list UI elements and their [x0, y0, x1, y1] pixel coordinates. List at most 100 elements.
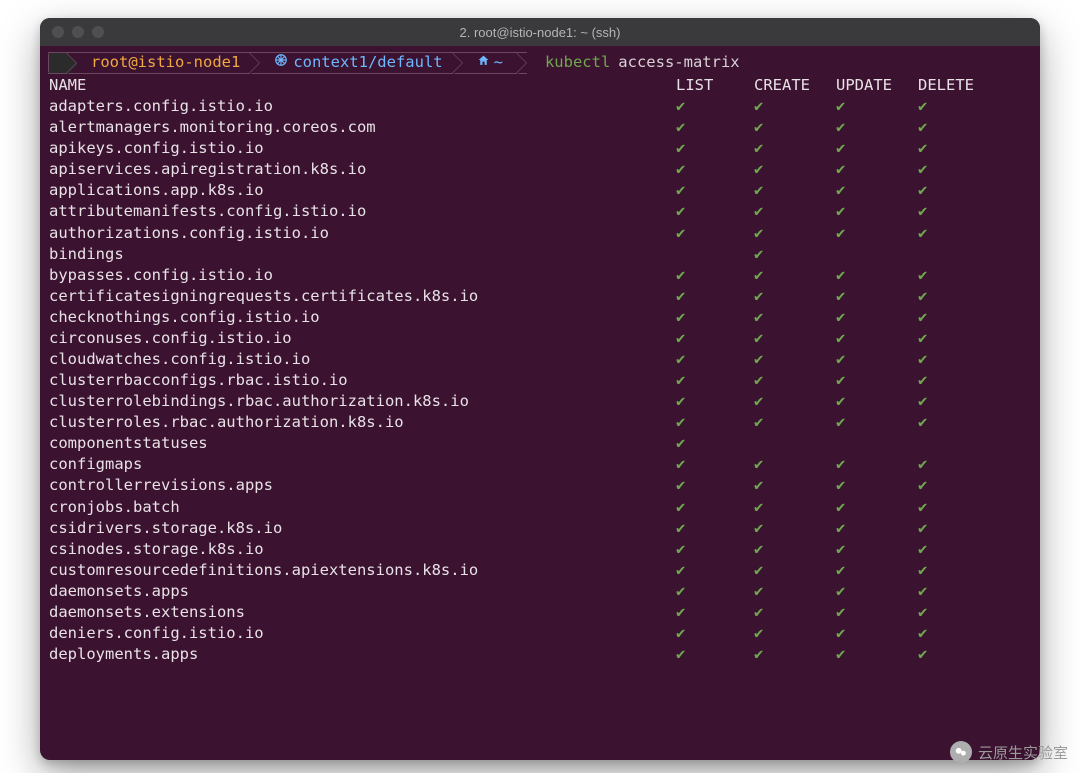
perm-update: ✔: [836, 265, 918, 286]
check-icon: ✔: [676, 307, 692, 328]
perm-update: ✔: [836, 644, 918, 665]
perm-list: ✔: [676, 117, 754, 138]
header-delete: DELETE: [918, 75, 996, 96]
perm-delete: ✔: [918, 349, 996, 370]
header-create: CREATE: [754, 75, 836, 96]
check-icon: ✔: [676, 180, 692, 201]
resource-name: bypasses.config.istio.io: [48, 265, 676, 286]
check-icon: ✔: [836, 412, 852, 433]
table-row: configmaps✔✔✔✔: [48, 454, 1032, 475]
check-icon: ✔: [676, 201, 692, 222]
check-icon: ✔: [918, 370, 934, 391]
perm-delete: ✔: [918, 475, 996, 496]
check-icon: ✔: [918, 201, 934, 222]
perm-update: ✔: [836, 180, 918, 201]
check-icon: ✔: [836, 117, 852, 138]
perm-create: ✔: [754, 117, 836, 138]
resource-name: bindings: [48, 244, 676, 265]
resource-name: attributemanifests.config.istio.io: [48, 201, 676, 222]
check-icon: ✔: [676, 223, 692, 244]
perm-create: ✔: [754, 349, 836, 370]
perm-update: ✔: [836, 117, 918, 138]
resource-name: apikeys.config.istio.io: [48, 138, 676, 159]
check-icon: ✔: [676, 497, 692, 518]
check-icon: ✔: [754, 370, 770, 391]
check-icon: ✔: [918, 623, 934, 644]
check-icon: ✔: [754, 96, 770, 117]
table-row: bypasses.config.istio.io✔✔✔✔: [48, 265, 1032, 286]
resource-name: componentstatuses: [48, 433, 676, 454]
perm-delete: ✔: [918, 391, 996, 412]
titlebar: 2. root@istio-node1: ~ (ssh): [40, 18, 1040, 46]
perm-list: ✔: [676, 201, 754, 222]
perm-create: ✔: [754, 412, 836, 433]
check-icon: ✔: [676, 286, 692, 307]
perm-list: ✔: [676, 349, 754, 370]
check-icon: ✔: [918, 96, 934, 117]
resource-name: clusterroles.rbac.authorization.k8s.io: [48, 412, 676, 433]
check-icon: ✔: [754, 475, 770, 496]
check-icon: ✔: [676, 159, 692, 180]
resource-name: controllerrevisions.apps: [48, 475, 676, 496]
close-button[interactable]: [52, 26, 64, 38]
minimize-button[interactable]: [72, 26, 84, 38]
check-icon: ✔: [676, 138, 692, 159]
perm-list: ✔: [676, 581, 754, 602]
table-row: csinodes.storage.k8s.io✔✔✔✔: [48, 539, 1032, 560]
perm-delete: ✔: [918, 644, 996, 665]
perm-update: ✔: [836, 560, 918, 581]
table-row: controllerrevisions.apps✔✔✔✔: [48, 475, 1032, 496]
perm-delete: ✔: [918, 223, 996, 244]
check-icon: ✔: [754, 454, 770, 475]
resource-name: circonuses.config.istio.io: [48, 328, 676, 349]
perm-list: ✔: [676, 454, 754, 475]
table-row: daemonsets.extensions✔✔✔✔: [48, 602, 1032, 623]
perm-create: ✔: [754, 370, 836, 391]
perm-delete: ✔: [918, 370, 996, 391]
check-icon: ✔: [918, 602, 934, 623]
table-row: apiservices.apiregistration.k8s.io✔✔✔✔: [48, 159, 1032, 180]
perm-create: ✔: [754, 518, 836, 539]
resource-name: adapters.config.istio.io: [48, 96, 676, 117]
table-row: authorizations.config.istio.io✔✔✔✔: [48, 223, 1032, 244]
check-icon: ✔: [918, 454, 934, 475]
check-icon: ✔: [918, 307, 934, 328]
check-icon: ✔: [676, 433, 692, 454]
table-row: deployments.apps✔✔✔✔: [48, 644, 1032, 665]
terminal-body[interactable]: root@istio-node1 context1/default ~: [40, 46, 1040, 760]
perm-list: ✔: [676, 560, 754, 581]
resource-name: daemonsets.extensions: [48, 602, 676, 623]
watermark-text: 云原生实验室: [978, 742, 1068, 763]
perm-delete: ✔: [918, 539, 996, 560]
zoom-button[interactable]: [92, 26, 104, 38]
perm-list: ✔: [676, 138, 754, 159]
check-icon: ✔: [676, 96, 692, 117]
perm-create: ✔: [754, 159, 836, 180]
perm-update: ✔: [836, 96, 918, 117]
check-icon: ✔: [754, 539, 770, 560]
check-icon: ✔: [836, 265, 852, 286]
check-icon: ✔: [676, 117, 692, 138]
context-segment: context1/default: [260, 53, 452, 73]
table-header: NAME LIST CREATE UPDATE DELETE: [48, 75, 1032, 96]
check-icon: ✔: [836, 159, 852, 180]
command-name: kubectl: [545, 52, 610, 73]
check-icon: ✔: [676, 475, 692, 496]
check-icon: ✔: [754, 602, 770, 623]
perm-update: ✔: [836, 602, 918, 623]
path-text: ~: [494, 52, 503, 73]
resource-name: customresourcedefinitions.apiextensions.…: [48, 560, 676, 581]
perm-update: ✔: [836, 581, 918, 602]
check-icon: ✔: [918, 391, 934, 412]
check-icon: ✔: [836, 349, 852, 370]
perm-list: ✔: [676, 412, 754, 433]
check-icon: ✔: [836, 391, 852, 412]
resource-name: certificatesigningrequests.certificates.…: [48, 286, 676, 307]
table-row: clusterrolebindings.rbac.authorization.k…: [48, 391, 1032, 412]
command: kubectl access-matrix: [527, 52, 740, 74]
table-row: checknothings.config.istio.io✔✔✔✔: [48, 307, 1032, 328]
check-icon: ✔: [754, 497, 770, 518]
table-row: certificatesigningrequests.certificates.…: [48, 286, 1032, 307]
check-icon: ✔: [918, 560, 934, 581]
perm-create: ✔: [754, 286, 836, 307]
